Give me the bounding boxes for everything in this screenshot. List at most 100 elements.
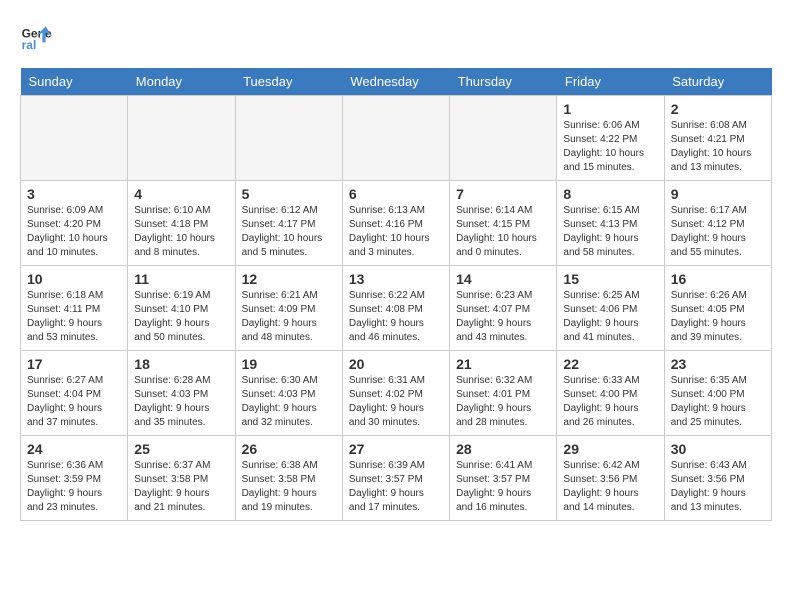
logo-icon: Gene ral	[20, 20, 52, 52]
weekday-header: Saturday	[664, 68, 771, 96]
day-info: Sunrise: 6:13 AM Sunset: 4:16 PM Dayligh…	[349, 204, 443, 260]
calendar-cell: 22Sunrise: 6:33 AM Sunset: 4:00 PM Dayli…	[557, 351, 664, 436]
weekday-header: Friday	[557, 68, 664, 96]
day-number: 24	[27, 441, 121, 457]
day-info: Sunrise: 6:27 AM Sunset: 4:04 PM Dayligh…	[27, 374, 121, 430]
calendar-cell: 15 Sunrise: 6:25 AM Sunset: 4:06 PM Dayli…	[557, 266, 664, 351]
day-number: 7	[456, 186, 550, 202]
calendar-cell: 16 Sunrise: 6:26 AM Sunset: 4:05 PM Dayli…	[664, 266, 771, 351]
calendar-week-row: 1Sunrise: 6:06 AM Sunset: 4:22 PM Daylig…	[21, 96, 772, 181]
weekday-header: Thursday	[450, 68, 557, 96]
day-number: 13	[349, 271, 443, 287]
day-number: 25	[134, 441, 228, 457]
day-info: Sunrise: 6:28 AM Sunset: 4:03 PM Dayligh…	[134, 374, 228, 430]
calendar-cell: 11 Sunrise: 6:19 AM Sunset: 4:10 PM Dayli…	[128, 266, 235, 351]
day-info: Sunrise: 6:08 AM Sunset: 4:21 PM Dayligh…	[671, 119, 765, 175]
day-number: 16	[671, 271, 765, 287]
day-info: Sunrise: 6:33 AM Sunset: 4:00 PM Dayligh…	[563, 374, 657, 430]
day-info: Sunrise: 6:32 AM Sunset: 4:01 PM Dayligh…	[456, 374, 550, 430]
day-number: 15	[563, 271, 657, 287]
day-number: 23	[671, 356, 765, 372]
day-number: 12	[242, 271, 336, 287]
calendar-cell: 4 Sunrise: 6:10 AM Sunset: 4:18 PM Daylig…	[128, 181, 235, 266]
day-number: 4	[134, 186, 228, 202]
day-info: Sunrise: 6:41 AM Sunset: 3:57 PM Dayligh…	[456, 459, 550, 515]
day-number: 26	[242, 441, 336, 457]
calendar-cell: 12 Sunrise: 6:21 AM Sunset: 4:09 PM Dayli…	[235, 266, 342, 351]
calendar-cell: 1Sunrise: 6:06 AM Sunset: 4:22 PM Daylig…	[557, 96, 664, 181]
day-info: Sunrise: 6:18 AM Sunset: 4:11 PM Dayligh…	[27, 289, 121, 345]
day-number: 6	[349, 186, 443, 202]
day-number: 14	[456, 271, 550, 287]
day-info: Sunrise: 6:21 AM Sunset: 4:09 PM Dayligh…	[242, 289, 336, 345]
calendar-cell: 13 Sunrise: 6:22 AM Sunset: 4:08 PM Dayli…	[342, 266, 449, 351]
day-info: Sunrise: 6:12 AM Sunset: 4:17 PM Dayligh…	[242, 204, 336, 260]
day-number: 5	[242, 186, 336, 202]
calendar-cell: 2Sunrise: 6:08 AM Sunset: 4:21 PM Daylig…	[664, 96, 771, 181]
day-info: Sunrise: 6:26 AM Sunset: 4:05 PM Dayligh…	[671, 289, 765, 345]
day-info: Sunrise: 6:35 AM Sunset: 4:00 PM Dayligh…	[671, 374, 765, 430]
calendar-cell: 10Sunrise: 6:18 AM Sunset: 4:11 PM Dayli…	[21, 266, 128, 351]
weekday-header: Sunday	[21, 68, 128, 96]
calendar-header-row: SundayMondayTuesdayWednesdayThursdayFrid…	[21, 68, 772, 96]
day-info: Sunrise: 6:23 AM Sunset: 4:07 PM Dayligh…	[456, 289, 550, 345]
day-number: 29	[563, 441, 657, 457]
calendar-cell: 26 Sunrise: 6:38 AM Sunset: 3:58 PM Dayli…	[235, 436, 342, 521]
day-info: Sunrise: 6:19 AM Sunset: 4:10 PM Dayligh…	[134, 289, 228, 345]
day-number: 17	[27, 356, 121, 372]
calendar-week-row: 3 Sunrise: 6:09 AM Sunset: 4:20 PM Daylig…	[21, 181, 772, 266]
day-info: Sunrise: 6:15 AM Sunset: 4:13 PM Dayligh…	[563, 204, 657, 260]
page-header: Gene ral	[20, 20, 772, 52]
day-number: 21	[456, 356, 550, 372]
day-info: Sunrise: 6:30 AM Sunset: 4:03 PM Dayligh…	[242, 374, 336, 430]
day-info: Sunrise: 6:14 AM Sunset: 4:15 PM Dayligh…	[456, 204, 550, 260]
day-info: Sunrise: 6:43 AM Sunset: 3:56 PM Dayligh…	[671, 459, 765, 515]
day-number: 27	[349, 441, 443, 457]
day-number: 11	[134, 271, 228, 287]
logo: Gene ral	[20, 20, 56, 52]
calendar-cell: 27 Sunrise: 6:39 AM Sunset: 3:57 PM Dayli…	[342, 436, 449, 521]
calendar-cell: 9Sunrise: 6:17 AM Sunset: 4:12 PM Daylig…	[664, 181, 771, 266]
calendar-week-row: 24 Sunrise: 6:36 AM Sunset: 3:59 PM Dayli…	[21, 436, 772, 521]
calendar-cell: 28Sunrise: 6:41 AM Sunset: 3:57 PM Dayli…	[450, 436, 557, 521]
calendar-cell: 20 Sunrise: 6:31 AM Sunset: 4:02 PM Dayli…	[342, 351, 449, 436]
day-number: 30	[671, 441, 765, 457]
day-info: Sunrise: 6:36 AM Sunset: 3:59 PM Dayligh…	[27, 459, 121, 515]
weekday-header: Tuesday	[235, 68, 342, 96]
calendar-cell: 29 Sunrise: 6:42 AM Sunset: 3:56 PM Dayli…	[557, 436, 664, 521]
day-number: 20	[349, 356, 443, 372]
calendar-cell: 5 Sunrise: 6:12 AM Sunset: 4:17 PM Daylig…	[235, 181, 342, 266]
day-info: Sunrise: 6:31 AM Sunset: 4:02 PM Dayligh…	[349, 374, 443, 430]
calendar-week-row: 10Sunrise: 6:18 AM Sunset: 4:11 PM Dayli…	[21, 266, 772, 351]
day-info: Sunrise: 6:38 AM Sunset: 3:58 PM Dayligh…	[242, 459, 336, 515]
day-info: Sunrise: 6:39 AM Sunset: 3:57 PM Dayligh…	[349, 459, 443, 515]
day-info: Sunrise: 6:37 AM Sunset: 3:58 PM Dayligh…	[134, 459, 228, 515]
calendar-cell: 30 Sunrise: 6:43 AM Sunset: 3:56 PM Dayli…	[664, 436, 771, 521]
calendar-cell	[128, 96, 235, 181]
day-info: Sunrise: 6:09 AM Sunset: 4:20 PM Dayligh…	[27, 204, 121, 260]
day-number: 8	[563, 186, 657, 202]
calendar-cell: 19 Sunrise: 6:30 AM Sunset: 4:03 PM Dayli…	[235, 351, 342, 436]
calendar-table: SundayMondayTuesdayWednesdayThursdayFrid…	[20, 68, 772, 521]
day-number: 18	[134, 356, 228, 372]
calendar-cell: 17 Sunrise: 6:27 AM Sunset: 4:04 PM Dayli…	[21, 351, 128, 436]
day-number: 3	[27, 186, 121, 202]
calendar-cell: 18 Sunrise: 6:28 AM Sunset: 4:03 PM Dayli…	[128, 351, 235, 436]
day-info: Sunrise: 6:17 AM Sunset: 4:12 PM Dayligh…	[671, 204, 765, 260]
weekday-header: Wednesday	[342, 68, 449, 96]
calendar-cell: 14 Sunrise: 6:23 AM Sunset: 4:07 PM Dayli…	[450, 266, 557, 351]
day-number: 19	[242, 356, 336, 372]
calendar-cell: 7 Sunrise: 6:14 AM Sunset: 4:15 PM Daylig…	[450, 181, 557, 266]
calendar-cell: 6 Sunrise: 6:13 AM Sunset: 4:16 PM Daylig…	[342, 181, 449, 266]
day-info: Sunrise: 6:06 AM Sunset: 4:22 PM Dayligh…	[563, 119, 657, 175]
calendar-cell	[342, 96, 449, 181]
calendar-cell	[450, 96, 557, 181]
day-info: Sunrise: 6:42 AM Sunset: 3:56 PM Dayligh…	[563, 459, 657, 515]
calendar-cell: 25 Sunrise: 6:37 AM Sunset: 3:58 PM Dayli…	[128, 436, 235, 521]
day-info: Sunrise: 6:10 AM Sunset: 4:18 PM Dayligh…	[134, 204, 228, 260]
calendar-cell: 21 Sunrise: 6:32 AM Sunset: 4:01 PM Dayli…	[450, 351, 557, 436]
calendar-cell	[235, 96, 342, 181]
weekday-header: Monday	[128, 68, 235, 96]
day-info: Sunrise: 6:25 AM Sunset: 4:06 PM Dayligh…	[563, 289, 657, 345]
day-info: Sunrise: 6:22 AM Sunset: 4:08 PM Dayligh…	[349, 289, 443, 345]
